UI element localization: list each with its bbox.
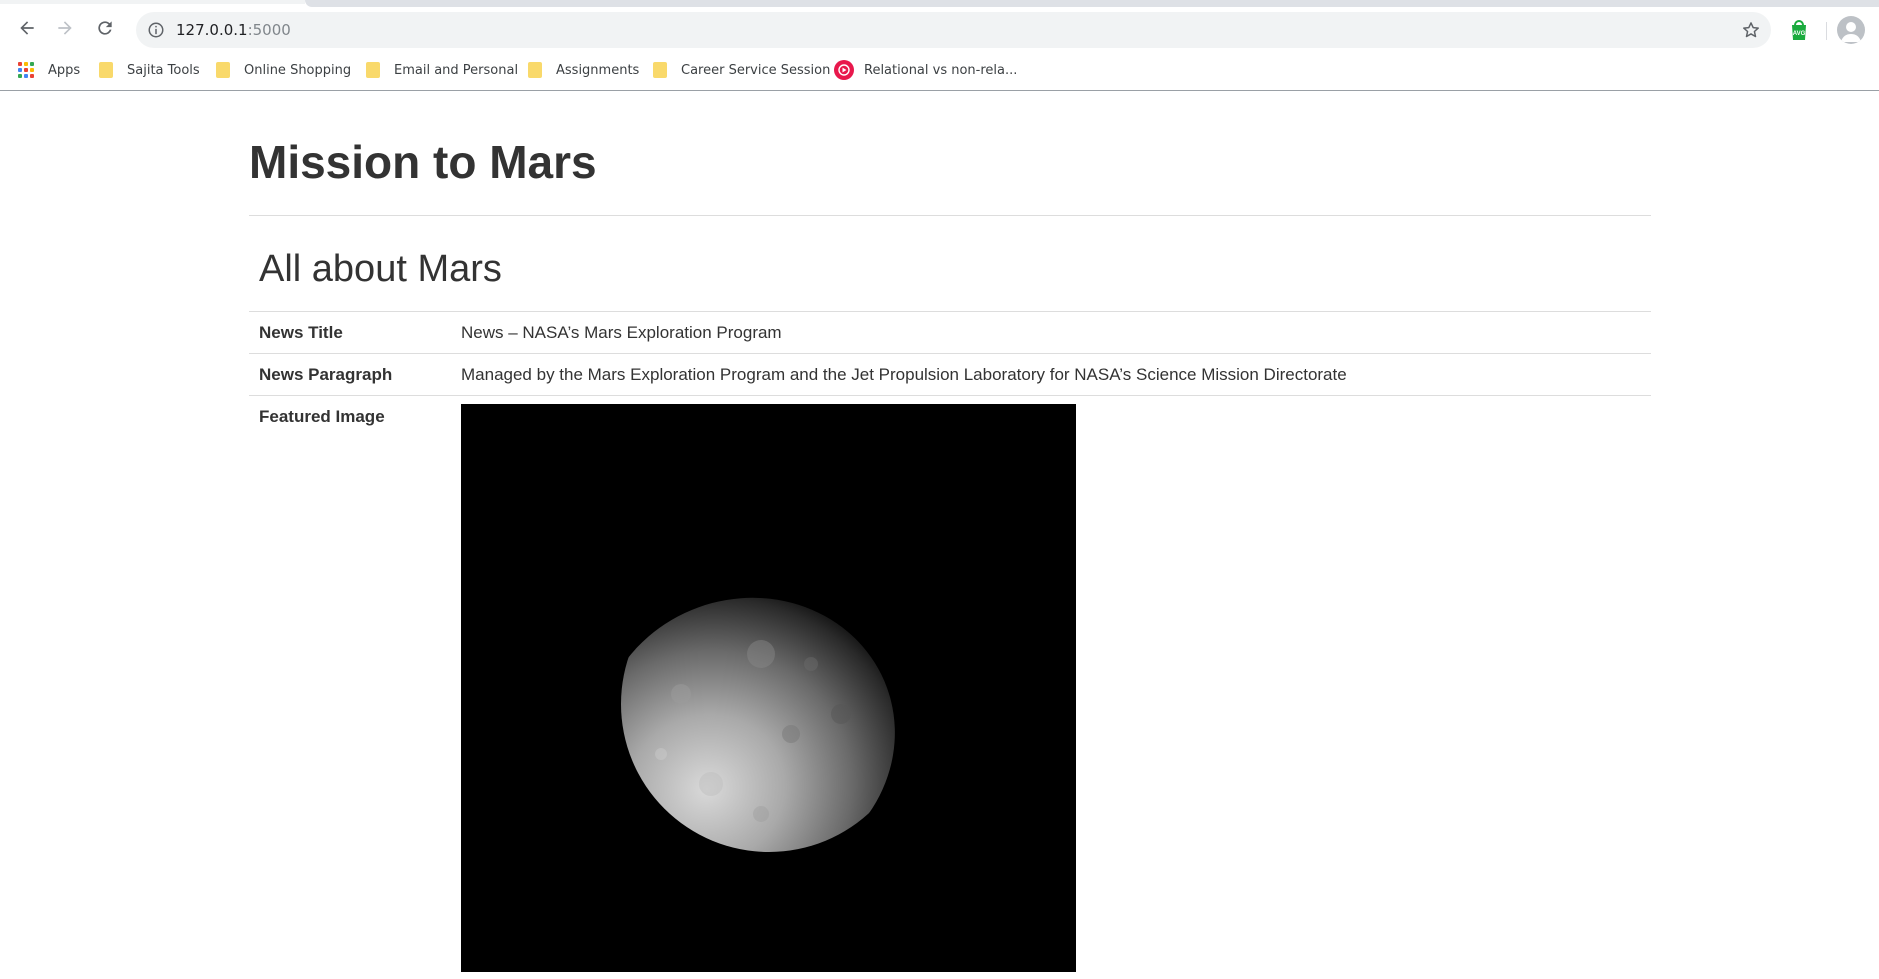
apps-grid-icon <box>18 62 34 78</box>
news-title-value: News – NASA’s Mars Exploration Program <box>451 311 1651 354</box>
forward-button[interactable] <box>48 11 82 45</box>
title-divider <box>249 215 1651 216</box>
bookmark-assignments[interactable]: Assignments <box>528 58 639 82</box>
folder-icon <box>216 62 230 78</box>
moon-image-graphic <box>461 404 1076 972</box>
bookmark-label: Sajita Tools <box>127 62 200 78</box>
bookmark-label: Apps <box>48 62 81 78</box>
url-text[interactable]: 127.0.0.1:5000 <box>176 21 291 39</box>
url-host: 127.0.0.1 <box>176 21 248 39</box>
folder-icon <box>528 62 542 78</box>
info-icon[interactable] <box>147 21 165 39</box>
browser-toolbar: 127.0.0.1:5000 AVG <box>0 7 1879 51</box>
bookmark-sajita-tools[interactable]: Sajita Tools <box>99 58 200 82</box>
folder-icon <box>366 62 380 78</box>
reload-icon <box>98 21 112 35</box>
bookmark-apps[interactable]: Apps <box>18 58 80 82</box>
page-content: Mission to Mars All about Mars News Titl… <box>249 92 1651 979</box>
page-title: Mission to Mars <box>249 136 597 188</box>
address-bar[interactable]: 127.0.0.1:5000 <box>136 12 1771 48</box>
table-row: Featured Image <box>249 395 1651 979</box>
arrow-right-icon <box>58 21 72 35</box>
bookmark-relational-vs-non-relational[interactable]: Relational vs non-rela... <box>834 58 1017 82</box>
bookmark-star-icon[interactable] <box>1741 20 1761 40</box>
active-tab-edge[interactable] <box>0 0 305 4</box>
arrow-left-icon <box>20 21 34 35</box>
avg-extension-icon[interactable]: AVG <box>1786 18 1812 42</box>
person-icon <box>1841 22 1861 42</box>
featured-image[interactable] <box>461 404 1076 972</box>
url-port: :5000 <box>247 21 291 39</box>
mars-facts-table: News Title News – NASA’s Mars Exploratio… <box>249 311 1651 979</box>
bookmark-label: Email and Personal <box>394 62 519 78</box>
tab-strip-background <box>305 0 1879 7</box>
table-row: News Paragraph Managed by the Mars Explo… <box>249 353 1651 396</box>
avg-extension-label: AVG <box>1793 31 1806 37</box>
row-label-news-title: News Title <box>249 311 451 354</box>
news-paragraph-value: Managed by the Mars Exploration Program … <box>451 353 1651 396</box>
bookmark-label: Online Shopping <box>244 62 352 78</box>
section-title: All about Mars <box>259 248 502 290</box>
bookmark-email-and-personal[interactable]: Email and Personal <box>366 58 518 82</box>
toolbar-separator <box>1826 22 1827 40</box>
featured-image-cell <box>451 395 1651 979</box>
back-button[interactable] <box>10 11 44 45</box>
bookmark-label: Career Service Session <box>681 62 831 78</box>
tab-strip <box>0 0 1879 7</box>
profile-avatar[interactable] <box>1837 16 1865 44</box>
jumbotron: Mission to Mars <box>249 92 1651 216</box>
table-row: News Title News – NASA’s Mars Exploratio… <box>249 311 1651 354</box>
row-label-news-paragraph: News Paragraph <box>249 353 451 396</box>
folder-icon <box>99 62 113 78</box>
folder-icon <box>653 62 667 78</box>
bookmark-career-service-session[interactable]: Career Service Session <box>653 58 830 82</box>
bookmark-online-shopping[interactable]: Online Shopping <box>216 58 351 82</box>
row-label-featured-image: Featured Image <box>249 395 451 979</box>
bookmark-label: Relational vs non-rela... <box>864 62 1018 78</box>
reload-button[interactable] <box>88 11 122 45</box>
bookmarks-bar: Apps Sajita Tools Online Shopping Email … <box>0 51 1879 91</box>
video-play-icon <box>834 60 854 80</box>
bookmark-label: Assignments <box>556 62 640 78</box>
